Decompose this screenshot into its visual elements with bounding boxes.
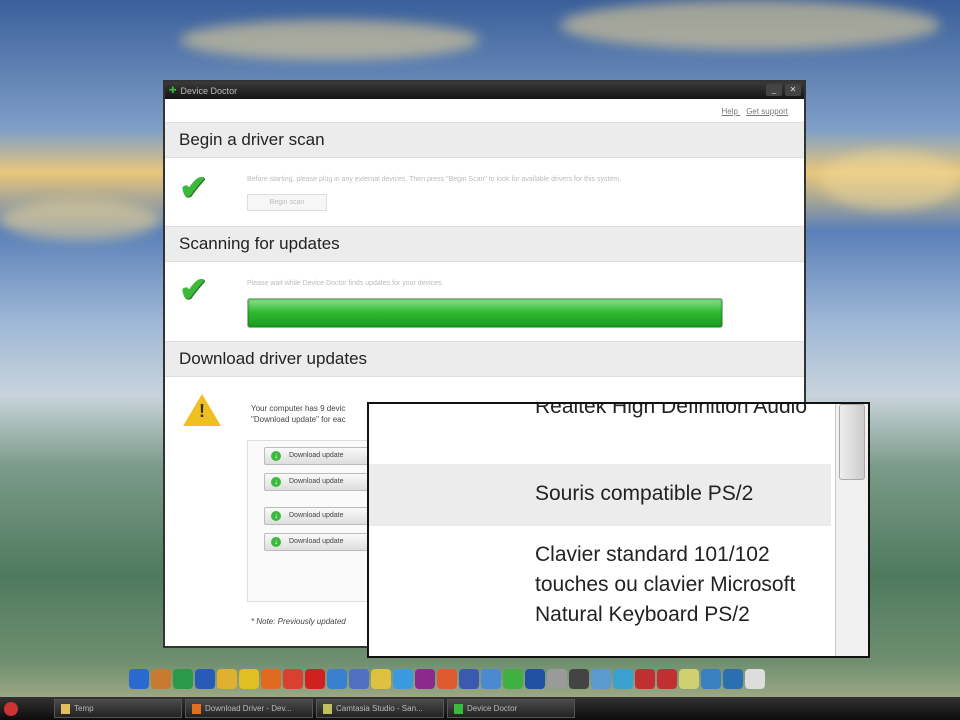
window-title: Device Doctor: [180, 85, 238, 96]
task-camtasia[interactable]: Camtasia Studio - San...: [316, 699, 444, 718]
begin-scan-instructions: Before starting, please plug in any exte…: [247, 176, 622, 183]
dock-app-icon[interactable]: [591, 668, 611, 689]
download-arrow-icon: ↓: [271, 511, 281, 521]
firefox-icon: [192, 703, 201, 714]
dock-app-icon[interactable]: [525, 668, 545, 689]
help-link[interactable]: Help: [722, 107, 738, 116]
dock-app-icon[interactable]: [217, 668, 237, 689]
minimize-button[interactable]: _: [766, 84, 782, 96]
device-item-clavier[interactable]: Clavier standard 101/102 touches ou clav…: [369, 540, 831, 630]
device-doctor-icon: [454, 703, 463, 714]
task-label: Device Doctor: [467, 704, 518, 713]
task-device-doctor[interactable]: Device Doctor: [447, 699, 575, 718]
dock-app-icon[interactable]: [349, 668, 369, 689]
download-update-button[interactable]: ↓ Download update: [264, 533, 374, 551]
camtasia-icon: [323, 703, 332, 714]
task-temp[interactable]: Temp: [54, 699, 182, 718]
download-arrow-icon: ↓: [271, 537, 281, 547]
dock-app-icon[interactable]: [481, 668, 501, 689]
button-label: Download update: [289, 512, 344, 519]
button-label: Download update: [289, 452, 344, 459]
download-arrow-icon: ↓: [271, 451, 281, 461]
dock-app-icon[interactable]: [437, 668, 457, 689]
start-button[interactable]: [4, 701, 18, 716]
download-text-line1: Your computer has 9 devic: [251, 404, 346, 413]
dock-app-icon[interactable]: [613, 668, 633, 689]
dock-app-icon[interactable]: [371, 668, 391, 689]
dock-app-icon[interactable]: [723, 668, 743, 689]
dock-app-icon[interactable]: [415, 668, 435, 689]
download-arrow-icon: ↓: [271, 477, 281, 487]
section-header-download: Download driver updates: [165, 341, 804, 377]
section-header-begin-scan: Begin a driver scan: [165, 122, 804, 158]
download-update-button[interactable]: ↓ Download update: [264, 447, 374, 465]
title-bar: ✚ Device Doctor _ ✕: [165, 82, 804, 99]
dock-app-icon[interactable]: [745, 668, 765, 689]
dock-app-icon[interactable]: [569, 668, 589, 689]
dock-app-icon[interactable]: [173, 668, 193, 689]
close-button[interactable]: ✕: [785, 84, 801, 96]
folder-icon: [61, 703, 70, 714]
dock-app-icon[interactable]: [261, 668, 281, 689]
dock-app-icon[interactable]: [195, 668, 215, 689]
button-label: Download update: [289, 478, 344, 485]
dock-app-icon[interactable]: [635, 668, 655, 689]
device-item-realtek[interactable]: Realtek High Definition Audio: [369, 404, 831, 422]
driver-list: ↓ Download update ↓ Download update ↓ Downl…: [247, 440, 387, 602]
scrollbar-thumb[interactable]: [839, 404, 865, 480]
dock-app-icon[interactable]: [151, 668, 171, 689]
note-text: * Note: Previously updated: [251, 617, 346, 626]
app-dock: [125, 664, 825, 693]
download-text-line2: "Download update" for eac: [251, 415, 346, 424]
begin-scan-button[interactable]: Begin scan: [247, 194, 327, 211]
dock-app-icon[interactable]: [327, 668, 347, 689]
dock-app-icon[interactable]: [283, 668, 303, 689]
dock-app-icon[interactable]: [459, 668, 479, 689]
scrollbar[interactable]: [835, 404, 868, 656]
dock-app-icon[interactable]: [393, 668, 413, 689]
dock-app-icon[interactable]: [679, 668, 699, 689]
taskbar: Temp Download Driver - Dev... Camtasia S…: [0, 697, 960, 720]
task-label: Temp: [74, 704, 94, 713]
zoomed-device-list: Realtek High Definition Audio Souris com…: [367, 402, 870, 658]
dock-app-icon[interactable]: [701, 668, 721, 689]
warning-icon: !: [183, 394, 221, 426]
app-logo-icon: ✚: [169, 85, 177, 95]
download-update-button[interactable]: ↓ Download update: [264, 507, 374, 525]
checkmark-icon: ✔: [179, 271, 208, 309]
dock-app-icon[interactable]: [129, 668, 149, 689]
section-header-scanning: Scanning for updates: [165, 226, 804, 262]
button-label: Download update: [289, 538, 344, 545]
device-item-souris[interactable]: Souris compatible PS/2: [369, 464, 831, 526]
task-label: Download Driver - Dev...: [205, 704, 292, 713]
get-support-link[interactable]: Get support: [746, 107, 788, 116]
scan-progress-bar: [247, 298, 723, 328]
dock-app-icon[interactable]: [503, 668, 523, 689]
checkmark-icon: ✔: [179, 169, 208, 207]
scanning-text: Please wait while Device Doctor finds up…: [247, 280, 444, 287]
dock-app-icon[interactable]: [657, 668, 677, 689]
task-label: Camtasia Studio - San...: [336, 704, 423, 713]
task-firefox[interactable]: Download Driver - Dev...: [185, 699, 313, 718]
download-update-button[interactable]: ↓ Download update: [264, 473, 374, 491]
dock-app-icon[interactable]: [305, 668, 325, 689]
dock-app-icon[interactable]: [547, 668, 567, 689]
dock-app-icon[interactable]: [239, 668, 259, 689]
